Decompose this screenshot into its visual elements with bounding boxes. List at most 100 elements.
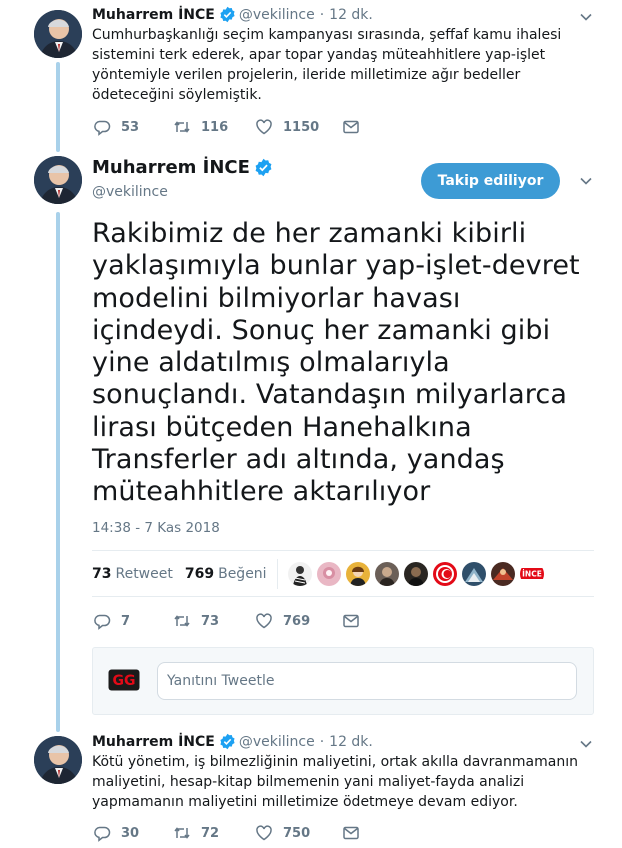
liker-avatar[interactable]: İNCE: [520, 562, 544, 586]
like-button[interactable]: 769: [255, 612, 342, 630]
envelope-icon: [343, 826, 359, 840]
author-handle[interactable]: @vekilince: [239, 734, 315, 750]
tweet-line: yöntemiyle verilen projelerin, ileride m…: [92, 67, 521, 83]
tweet-line: içindeydi. Sonuç her zamanki gibi: [92, 314, 551, 346]
stats-separator: [277, 559, 278, 589]
tweet-actions: 30 72 750: [93, 824, 360, 842]
tweet-line: müteahhitlere aktarılıyor: [92, 476, 431, 508]
reply-count: 7: [121, 613, 131, 629]
envelope-icon: [343, 614, 359, 628]
heart-icon: [256, 613, 272, 629]
like-stat-count: 769: [184, 566, 215, 582]
reply-count: 30: [121, 825, 140, 841]
divider: [92, 596, 594, 597]
liker-logo-text: İNCE: [522, 570, 542, 579]
tweet-text: Rakibimiz de her zamanki kibirli yaklaşı…: [92, 218, 602, 509]
tweet-line: modelini bilmiyorlar havası: [92, 282, 461, 314]
like-button[interactable]: 1150: [255, 118, 342, 136]
tweet-line: Cumhurbaşkanlığı seçim kampanyası sırası…: [92, 27, 562, 43]
tweet-line: yine aldatılmış olmalarıyla: [92, 347, 450, 379]
message-button[interactable]: [342, 612, 360, 630]
tweet-header: Muharrem İNCE @vekilince · 12 dk.: [92, 6, 373, 23]
verified-badge-icon: [220, 733, 235, 750]
author-handle[interactable]: @vekilince: [239, 7, 315, 23]
heart-icon: [256, 119, 272, 135]
verified-badge-icon: [220, 6, 235, 23]
divider: [92, 550, 594, 551]
author-handle[interactable]: @vekilince: [92, 184, 168, 200]
tweet-time[interactable]: 12 dk.: [329, 734, 373, 750]
user-logo-text: GG: [113, 673, 136, 689]
retweet-stat[interactable]: 73 Retweet: [92, 566, 173, 582]
heart-icon: [256, 825, 272, 841]
tweet-line: yapmamanın maliyetini milletimize ödetme…: [92, 794, 518, 810]
message-button[interactable]: [342, 824, 360, 842]
chevron-down-icon[interactable]: [577, 735, 595, 753]
reply-icon: [94, 614, 111, 630]
chevron-down-icon[interactable]: [577, 8, 595, 26]
retweet-icon: [174, 121, 190, 133]
liker-avatar[interactable]: [462, 562, 486, 586]
liker-avatars: İNCE: [288, 562, 549, 586]
liker-avatar[interactable]: [288, 562, 312, 586]
thread-line-top: [56, 62, 60, 152]
tweet-line: sistemini terk ederek, apar topar yandaş…: [92, 47, 546, 63]
envelope-icon: [343, 120, 359, 134]
like-count: 769: [283, 613, 311, 629]
retweet-icon: [174, 827, 190, 839]
reply-button[interactable]: 53: [93, 118, 173, 136]
liker-avatar[interactable]: [317, 562, 341, 586]
like-button[interactable]: 750: [255, 824, 342, 842]
like-count: 1150: [283, 119, 320, 135]
like-stat-label: Beğeni: [218, 566, 267, 582]
tweet-line: yaklaşımıyla bunlar yap-işlet-devret: [92, 250, 580, 282]
tweet-stats: 73 Retweet 769 Beğeni: [92, 566, 267, 582]
tweet-line: Transferler adı altında, yandaş: [92, 444, 505, 476]
author-name[interactable]: Muharrem İNCE: [92, 7, 215, 23]
reply-button[interactable]: 30: [93, 824, 173, 842]
retweet-count: 116: [201, 119, 229, 135]
separator-dot: ·: [319, 6, 325, 23]
tweet-header: Muharrem İNCE: [92, 157, 276, 178]
following-button[interactable]: Takip ediliyor: [421, 163, 560, 199]
chevron-down-icon[interactable]: [577, 172, 595, 190]
retweet-stat-label: Retweet: [115, 566, 173, 582]
tweet-line: maliyetini, hesap-kitap bilmemenin yani …: [92, 774, 525, 790]
author-name[interactable]: Muharrem İNCE: [92, 734, 215, 750]
reply-button[interactable]: 7: [93, 612, 173, 630]
reply-icon: [94, 120, 111, 136]
author-name[interactable]: Muharrem İNCE: [92, 157, 250, 178]
tweet-timestamp[interactable]: 14:38 - 7 Kas 2018: [92, 520, 220, 536]
tweet-header: Muharrem İNCE @vekilince · 12 dk.: [92, 733, 373, 750]
avatar[interactable]: [34, 156, 82, 204]
liker-avatar[interactable]: [491, 562, 515, 586]
reply-input[interactable]: Yanıtını Tweetle: [157, 662, 577, 700]
retweet-button[interactable]: 73: [173, 612, 255, 630]
avatar[interactable]: [34, 736, 82, 784]
tweet-text: Kötü yönetim, iş bilmezliğinin maliyetin…: [92, 752, 602, 812]
tweet-text: Cumhurbaşkanlığı seçim kampanyası sırası…: [92, 25, 602, 105]
retweet-button[interactable]: 116: [173, 118, 255, 136]
user-logo-icon[interactable]: GG: [108, 669, 140, 691]
avatar[interactable]: [34, 10, 82, 58]
retweet-icon: [174, 615, 190, 627]
tweet-actions: 53 116 1150: [93, 118, 360, 136]
tweet-time[interactable]: 12 dk.: [329, 7, 373, 23]
like-count: 750: [283, 825, 311, 841]
liker-avatar[interactable]: [404, 562, 428, 586]
like-stat[interactable]: 769 Beğeni: [185, 566, 267, 582]
tweet-line: ödeteceğini söylemiştik.: [92, 87, 262, 103]
thread-line-middle: [56, 212, 60, 732]
retweet-stat-count: 73: [92, 566, 112, 582]
liker-avatar[interactable]: [375, 562, 399, 586]
message-button[interactable]: [342, 118, 360, 136]
verified-badge-icon: [255, 158, 272, 177]
tweet-line: lirası bütçeden Hanehalkına: [92, 411, 472, 443]
retweet-count: 73: [201, 613, 220, 629]
tweet-line: Rakibimiz de her zamanki kibirli: [92, 218, 527, 249]
reply-icon: [94, 826, 111, 842]
liker-avatar[interactable]: [433, 562, 457, 586]
retweet-button[interactable]: 72: [173, 824, 255, 842]
tweet-actions: 7 73 769: [93, 612, 360, 630]
liker-avatar[interactable]: [346, 562, 370, 586]
